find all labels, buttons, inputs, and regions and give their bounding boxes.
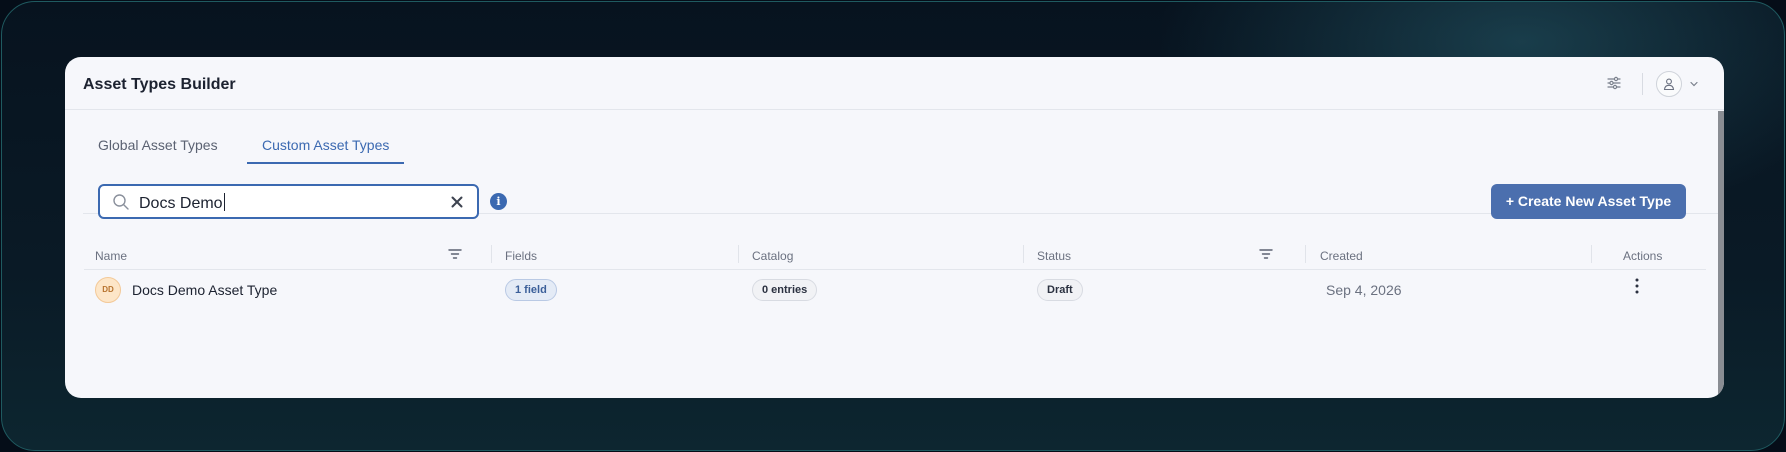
tab-global-asset-types[interactable]: Global Asset Types (83, 133, 233, 164)
asset-type-name[interactable]: Docs Demo Asset Type (132, 282, 277, 298)
search-icon (113, 194, 129, 210)
column-divider[interactable] (1305, 245, 1306, 263)
column-divider[interactable] (738, 245, 739, 263)
column-header-status[interactable]: Status (1037, 249, 1071, 263)
column-header-catalog[interactable]: Catalog (752, 249, 793, 263)
sliders-icon[interactable] (1606, 75, 1622, 91)
create-asset-type-button[interactable]: + Create New Asset Type (1491, 184, 1686, 219)
column-header-actions: Actions (1623, 249, 1663, 263)
header-divider (1642, 73, 1643, 95)
more-actions-icon[interactable] (1629, 277, 1645, 295)
search-input-value: Docs Demo (139, 193, 225, 212)
column-divider[interactable] (1591, 245, 1592, 263)
column-divider[interactable] (1023, 245, 1024, 263)
app-window: Asset Types Builder Global Asset Types C… (65, 57, 1724, 398)
filter-icon[interactable] (448, 248, 462, 260)
asset-type-avatar: DD (95, 277, 121, 303)
chevron-down-icon (1690, 81, 1698, 87)
user-icon (1663, 78, 1675, 91)
column-header-name[interactable]: Name (95, 249, 127, 263)
search-input[interactable]: Docs Demo (98, 184, 479, 219)
close-icon[interactable] (450, 195, 464, 209)
filter-icon[interactable] (1259, 248, 1273, 260)
column-header-fields[interactable]: Fields (505, 249, 537, 263)
fields-badge: 1 field (505, 279, 557, 301)
column-divider[interactable] (491, 245, 492, 263)
app-frame: Asset Types Builder Global Asset Types C… (1, 1, 1785, 451)
page-title: Asset Types Builder (83, 76, 236, 93)
avatar (1656, 71, 1682, 97)
user-menu-button[interactable] (1656, 71, 1702, 97)
tab-custom-asset-types[interactable]: Custom Asset Types (247, 133, 405, 164)
status-badge: Draft (1037, 279, 1083, 301)
scrollbar-edge (1718, 111, 1724, 398)
table-row[interactable]: DD Docs Demo Asset Type 1 field 0 entrie… (84, 270, 1706, 308)
created-date: Sep 4, 2026 (1326, 282, 1402, 298)
table-header: Name Fields Catalog Status Created Actio… (84, 238, 1706, 270)
catalog-badge: 0 entries (752, 279, 818, 301)
info-icon[interactable]: i (490, 193, 507, 210)
app-header: Asset Types Builder (65, 57, 1724, 110)
column-header-created[interactable]: Created (1320, 249, 1363, 263)
